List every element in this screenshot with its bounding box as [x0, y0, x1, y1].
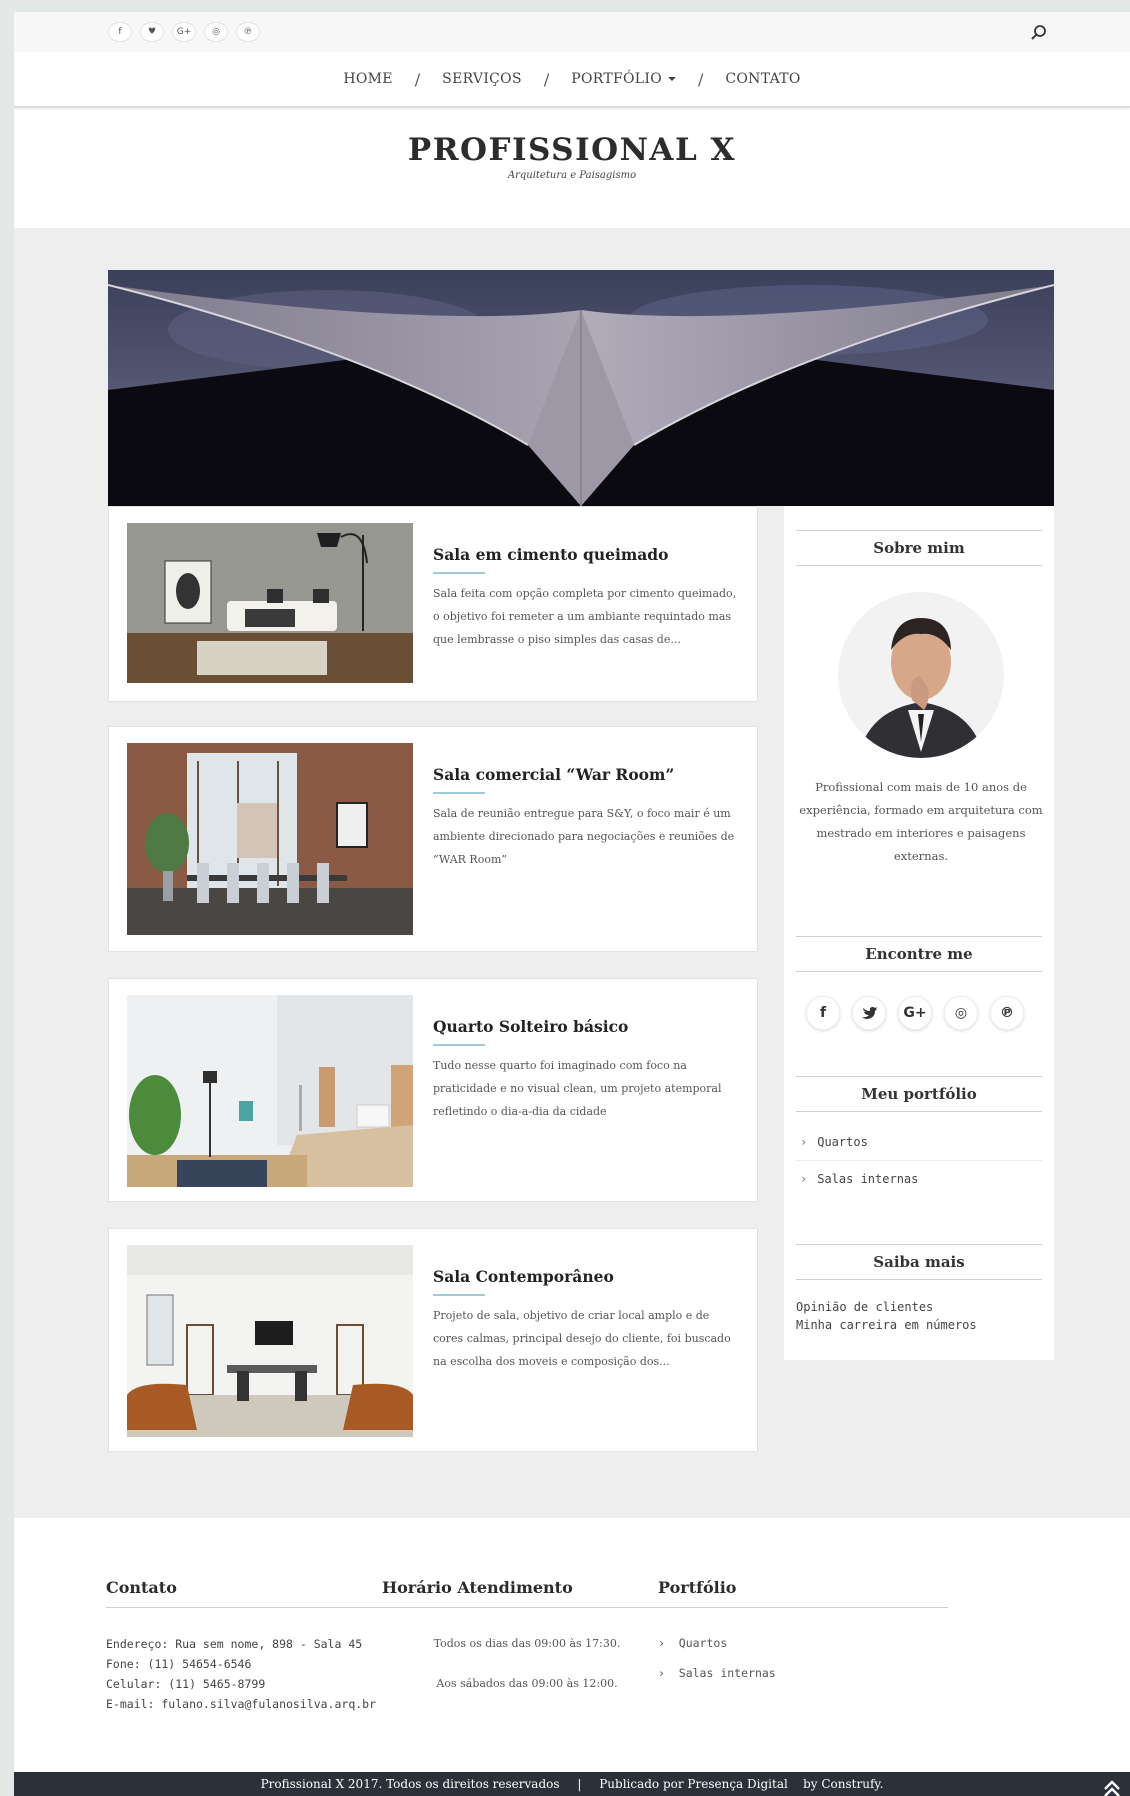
- footer-hours-title: Horário Atendimento: [382, 1578, 672, 1608]
- post-title[interactable]: Sala comercial “War Room”: [433, 765, 739, 784]
- nav-separator: /: [697, 69, 704, 89]
- top-bar: f ♥ G+ ◎ ℗: [14, 12, 1130, 52]
- portfolio-link-salas[interactable]: › Salas internas: [796, 1161, 1042, 1198]
- title-underline: [433, 792, 485, 794]
- post-thumbnail[interactable]: [127, 743, 413, 935]
- post-body: Sala comercial “War Room” Sala de reuniã…: [433, 765, 739, 871]
- site-header: PROFISSIONAL X Arquitetura e Paisagismo: [14, 110, 1130, 228]
- contact-phone: Fone: (11) 54654-6546: [106, 1657, 252, 1671]
- post-title[interactable]: Sala em cimento queimado: [433, 545, 739, 564]
- post-card: Sala Contemporâneo Projeto de sala, obje…: [108, 1228, 758, 1452]
- hours-saturday: Aos sábados das 09:00 às 12:00.: [436, 1677, 618, 1690]
- google-plus-icon[interactable]: G+: [898, 996, 932, 1030]
- page: f ♥ G+ ◎ ℗ HOME / SERVIÇOS / PORTFÓLIO /…: [14, 12, 1130, 1796]
- facebook-icon[interactable]: f: [806, 996, 840, 1030]
- nav-separator: /: [414, 69, 421, 89]
- post-title[interactable]: Quarto Solteiro básico: [433, 1017, 739, 1036]
- title-underline: [433, 572, 485, 574]
- footer-contact: Contato Endereço: Rua sem nome, 898 - Sa…: [106, 1578, 396, 1714]
- sidebar: Sobre mim Profissional com mais de 10 an…: [784, 506, 1054, 1360]
- widget-title-portfolio: Meu portfólio: [796, 1076, 1042, 1112]
- search-icon[interactable]: [1028, 22, 1050, 44]
- facebook-icon[interactable]: f: [108, 22, 132, 42]
- twitter-icon[interactable]: ♥: [140, 22, 164, 42]
- site-title[interactable]: PROFISSIONAL X: [14, 132, 1130, 168]
- portfolio-list: › Quartos › Salas internas: [796, 1124, 1042, 1198]
- more-link-career[interactable]: Minha carreira em números: [796, 1316, 977, 1334]
- instagram-icon[interactable]: ◎: [944, 996, 978, 1030]
- post-excerpt: Sala feita com opção completa por ciment…: [433, 587, 737, 646]
- header-social-links: f ♥ G+ ◎ ℗: [108, 22, 260, 42]
- title-underline: [433, 1044, 485, 1046]
- site-tagline: Arquitetura e Paisagismo: [507, 170, 637, 181]
- contact-lines: Endereço: Rua sem nome, 898 - Sala 45 Fo…: [106, 1634, 396, 1714]
- nav-servicos[interactable]: SERVIÇOS: [438, 71, 526, 87]
- chevron-right-icon: ›: [658, 1666, 679, 1680]
- pinterest-icon[interactable]: ℗: [990, 996, 1024, 1030]
- more-links: Opinião de clientes Minha carreira em nú…: [796, 1298, 977, 1334]
- chevron-right-icon: ›: [800, 1135, 808, 1149]
- portfolio-link-label: Salas internas: [817, 1172, 919, 1186]
- scroll-to-top-icon[interactable]: [1100, 1777, 1124, 1796]
- post-card: Quarto Solteiro básico Tudo nesse quarto…: [108, 978, 758, 1202]
- profile-avatar: [838, 592, 1004, 758]
- post-excerpt: Projeto de sala, objetivo de criar local…: [433, 1309, 731, 1368]
- post-body: Quarto Solteiro básico Tudo nesse quarto…: [433, 1017, 739, 1123]
- footer-link-salas[interactable]: › Salas internas: [658, 1658, 948, 1688]
- widget-title-find: Encontre me: [796, 936, 1042, 972]
- post-thumbnail[interactable]: [127, 995, 413, 1187]
- chevron-right-icon: ›: [800, 1172, 808, 1186]
- twitter-icon[interactable]: [852, 996, 886, 1030]
- post-body: Sala Contemporâneo Projeto de sala, obje…: [433, 1267, 739, 1373]
- nav-portfolio-label: PORTFÓLIO: [571, 71, 662, 87]
- more-link-opinions[interactable]: Opinião de clientes: [796, 1298, 977, 1316]
- footer-link-quartos[interactable]: › Quartos: [658, 1628, 948, 1658]
- post-title[interactable]: Sala Contemporâneo: [433, 1267, 739, 1286]
- contact-address: Endereço: Rua sem nome, 898 - Sala 45: [106, 1637, 363, 1651]
- title-underline: [433, 1294, 485, 1296]
- instagram-icon[interactable]: ◎: [204, 22, 228, 42]
- post-thumbnail[interactable]: [127, 523, 413, 683]
- pinterest-icon[interactable]: ℗: [236, 22, 260, 42]
- nav-home[interactable]: HOME: [339, 71, 396, 87]
- nav-portfolio[interactable]: PORTFÓLIO: [567, 71, 680, 87]
- nav-separator: /: [543, 69, 550, 89]
- publisher-link[interactable]: Publicado por Presença Digital: [599, 1777, 788, 1791]
- post-thumbnail[interactable]: [127, 1245, 413, 1437]
- main-content: Sala em cimento queimado Sala feita com …: [14, 228, 1130, 1518]
- hours-lines: Todos os dias das 09:00 às 17:30. Aos sá…: [382, 1634, 672, 1694]
- post-card: Sala em cimento queimado Sala feita com …: [108, 506, 758, 702]
- post-excerpt: Sala de reunião entregue para S&Y, o foc…: [433, 807, 735, 866]
- portfolio-link-quartos[interactable]: › Quartos: [796, 1124, 1042, 1161]
- widget-title-more: Saiba mais: [796, 1244, 1042, 1280]
- google-plus-icon[interactable]: G+: [172, 22, 196, 42]
- copyright-bar: Profissional X 2017. Todos os direitos r…: [14, 1772, 1130, 1796]
- nav-contato[interactable]: CONTATO: [721, 71, 804, 87]
- chevron-right-icon: ›: [658, 1636, 679, 1650]
- hours-weekdays: Todos os dias das 09:00 às 17:30.: [433, 1637, 621, 1650]
- footer-portfolio: Portfólio › Quartos › Salas internas: [658, 1578, 948, 1688]
- widget-title-about: Sobre mim: [796, 530, 1042, 566]
- post-body: Sala em cimento queimado Sala feita com …: [433, 545, 739, 651]
- post-card: Sala comercial “War Room” Sala de reuniã…: [108, 726, 758, 952]
- credit-link[interactable]: by Construfy.: [803, 1777, 883, 1791]
- footer: Contato Endereço: Rua sem nome, 898 - Sa…: [14, 1518, 1130, 1772]
- portfolio-link-label: Quartos: [817, 1135, 868, 1149]
- footer-portfolio-title: Portfólio: [658, 1578, 948, 1608]
- contact-mobile: Celular: (11) 5465-8799: [106, 1677, 266, 1691]
- footer-hours: Horário Atendimento Todos os dias das 09…: [382, 1578, 672, 1714]
- footer-link-label: Quartos: [678, 1636, 728, 1650]
- copyright-text: Profissional X 2017. Todos os direitos r…: [260, 1777, 560, 1791]
- contact-email[interactable]: E-mail: fulano.silva@fulanosilva.arq.br: [106, 1694, 396, 1714]
- hero-image: [108, 270, 1054, 506]
- main-navigation: HOME / SERVIÇOS / PORTFÓLIO / CONTATO: [14, 52, 1130, 108]
- footer-portfolio-list: › Quartos › Salas internas: [658, 1628, 948, 1688]
- sidebar-social-links: f G+ ◎ ℗: [806, 996, 1024, 1030]
- footer-link-label: Salas internas: [678, 1666, 776, 1680]
- post-excerpt: Tudo nesse quarto foi imaginado com foco…: [433, 1059, 722, 1118]
- caret-down-icon: [667, 77, 676, 81]
- copyright-separator: |: [577, 1777, 582, 1791]
- about-text: Profissional com mais de 10 anos de expe…: [799, 780, 1043, 863]
- footer-contact-title: Contato: [106, 1578, 396, 1608]
